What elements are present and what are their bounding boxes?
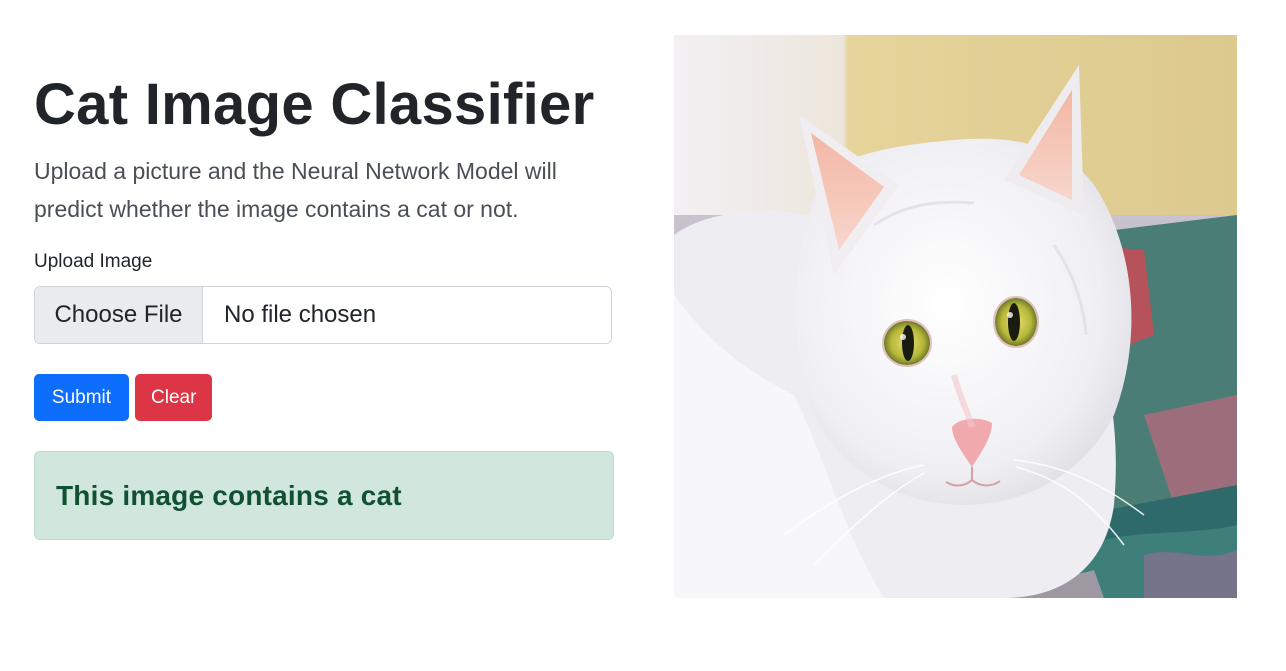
result-message: This image contains a cat	[56, 479, 402, 511]
clear-button[interactable]: Clear	[135, 374, 212, 421]
main-column: Cat Image Classifier Upload a picture an…	[34, 70, 614, 540]
cat-image	[674, 35, 1237, 598]
page-description: Upload a picture and the Neural Network …	[34, 158, 557, 222]
result-alert: This image contains a cat	[34, 451, 614, 540]
submit-button[interactable]: Submit	[34, 374, 129, 421]
choose-file-button[interactable]: Choose File	[35, 287, 203, 343]
file-status-text: No file chosen	[224, 301, 377, 328]
page: Cat Image Classifier Upload a picture an…	[0, 0, 1286, 671]
page-title: Cat Image Classifier	[34, 72, 595, 137]
action-buttons: Submit Clear	[34, 374, 614, 421]
upload-image-label: Upload Image	[34, 251, 153, 272]
file-input[interactable]: Choose File No file chosen	[34, 286, 612, 344]
